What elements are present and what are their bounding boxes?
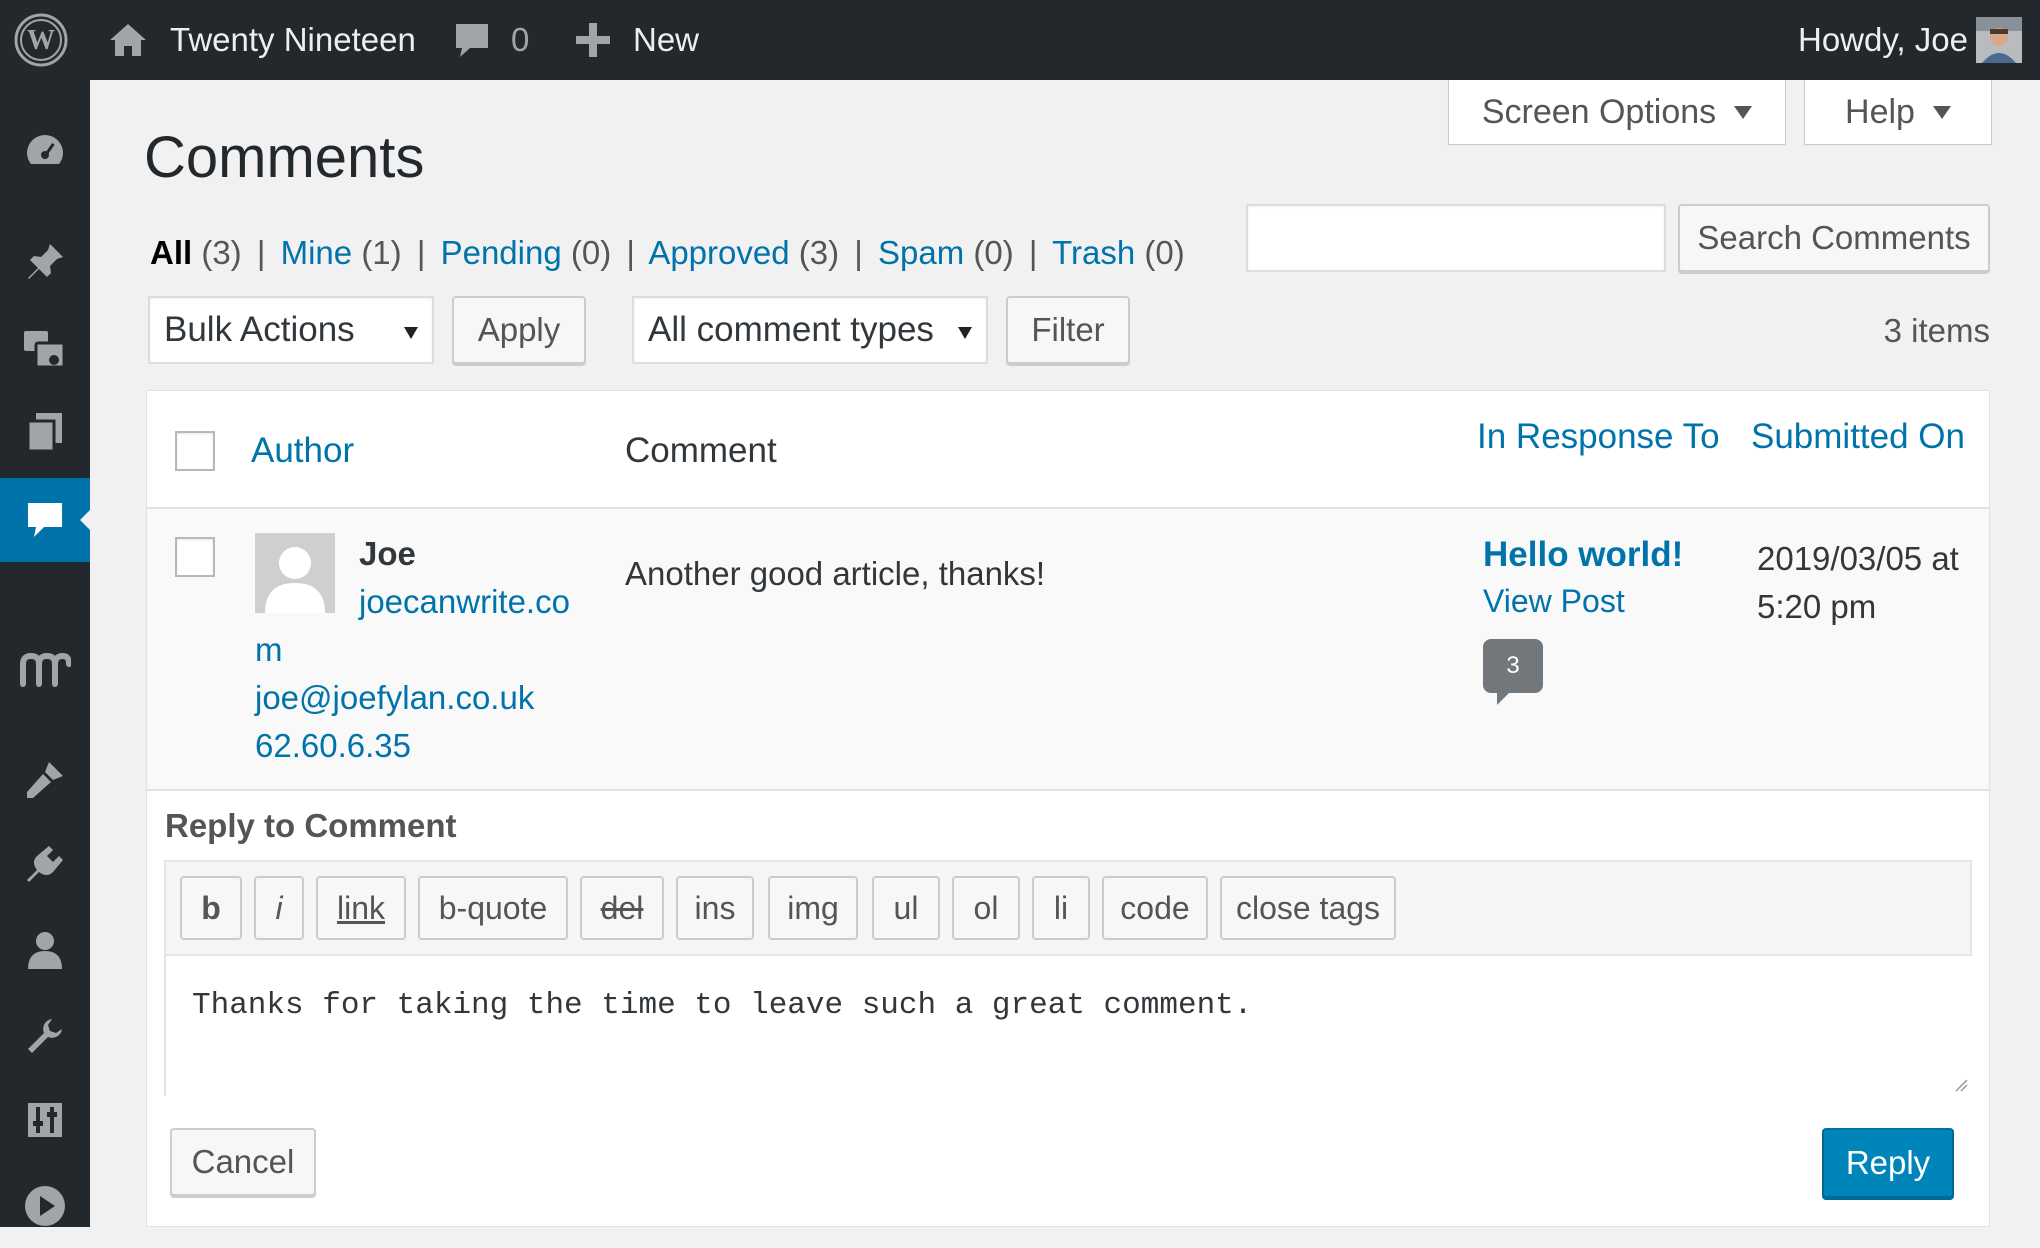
site-name-link[interactable]: Twenty Nineteen xyxy=(170,0,416,80)
filter-mine[interactable]: Mine (1) xyxy=(281,234,402,271)
select-all-checkbox[interactable] xyxy=(175,431,215,471)
new-content-link[interactable]: New xyxy=(633,0,699,80)
appearance-icon[interactable] xyxy=(0,738,90,822)
default-avatar-icon xyxy=(255,533,335,613)
dashboard-icon[interactable] xyxy=(0,108,90,192)
screen-options-button[interactable]: Screen Options xyxy=(1448,80,1786,145)
table-header-row: Author Comment In Response To Submitted … xyxy=(147,391,1989,509)
filter-pending[interactable]: Pending (0) xyxy=(441,234,612,271)
page-title: Comments xyxy=(144,125,425,190)
avatar[interactable] xyxy=(1976,0,2022,80)
chevron-down-icon xyxy=(404,327,418,339)
play-icon[interactable] xyxy=(0,1164,90,1248)
view-post-link[interactable]: View Post xyxy=(1483,583,1625,620)
comment-bubble-icon[interactable] xyxy=(452,0,492,80)
cancel-button[interactable]: Cancel xyxy=(170,1128,316,1196)
comments-count[interactable]: 0 xyxy=(511,0,529,80)
quicktag-ul-button[interactable]: ul xyxy=(872,876,940,940)
reply-submit-button[interactable]: Reply xyxy=(1822,1128,1954,1198)
screen-options-label: Screen Options xyxy=(1481,92,1717,131)
submitted-date: 2019/03/05 at 5:20 pm xyxy=(1757,535,1959,631)
svg-text:W: W xyxy=(27,25,55,56)
separator: | xyxy=(256,234,266,271)
quicktag-italic-button[interactable]: i xyxy=(254,876,304,940)
tools-icon[interactable] xyxy=(0,994,90,1078)
quicktag-li-button[interactable]: li xyxy=(1032,876,1090,940)
quicktag-ol-button[interactable]: ol xyxy=(952,876,1020,940)
admin-bar: W Twenty Nineteen 0 New Howdy, Joe xyxy=(0,0,2040,80)
wordpress-logo-icon[interactable]: W xyxy=(14,0,68,80)
reply-heading: Reply to Comment xyxy=(165,807,457,844)
plus-icon[interactable] xyxy=(574,0,612,80)
current-menu-arrow xyxy=(80,510,90,530)
comments-table: Author Comment In Response To Submitted … xyxy=(146,390,1990,1227)
help-button[interactable]: Help xyxy=(1804,80,1992,145)
quicktag-img-button[interactable]: img xyxy=(768,876,858,940)
quicktag-ins-button[interactable]: ins xyxy=(676,876,754,940)
submitted-date-line2: 5:20 pm xyxy=(1757,588,1877,625)
filter-button[interactable]: Filter xyxy=(1006,296,1130,364)
column-author-header[interactable]: Author xyxy=(251,431,354,471)
bulk-actions-select[interactable]: Bulk Actions xyxy=(148,296,434,364)
column-comment-header: Comment xyxy=(625,431,777,470)
row-divider xyxy=(147,789,1989,791)
author-email-link[interactable]: joe@joefylan.co.uk xyxy=(255,679,534,717)
comments-icon[interactable] xyxy=(0,478,90,562)
users-icon[interactable] xyxy=(0,908,90,992)
post-comment-count: 3 xyxy=(1506,652,1520,679)
column-submitted-header[interactable]: Submitted On xyxy=(1751,417,1965,457)
resize-handle-icon[interactable] xyxy=(1954,1078,1968,1092)
apply-button[interactable]: Apply xyxy=(452,296,586,364)
filter-all[interactable]: All (3) xyxy=(150,234,242,271)
separator: | xyxy=(416,234,426,271)
bulk-actions-value: Bulk Actions xyxy=(164,310,355,349)
help-label: Help xyxy=(1845,92,1915,131)
separator: | xyxy=(854,234,863,271)
quicktag-code-button[interactable]: code xyxy=(1102,876,1208,940)
status-filter-links: All (3) | Mine (1) | Pending (0) | Appro… xyxy=(150,234,1185,272)
reply-textarea-content: Thanks for taking the time to leave such… xyxy=(192,988,1253,1023)
pages-icon[interactable] xyxy=(0,390,90,474)
comment-types-select[interactable]: All comment types xyxy=(632,296,988,364)
separator: | xyxy=(626,234,635,271)
reply-textarea[interactable]: Thanks for taking the time to leave such… xyxy=(166,954,1972,1096)
separator: | xyxy=(1028,234,1038,271)
comment-author-name: Joe xyxy=(359,535,416,572)
comment-types-value: All comment types xyxy=(648,310,934,349)
submitted-date-line1: 2019/03/05 at xyxy=(1757,540,1959,577)
post-title-link[interactable]: Hello world! xyxy=(1483,535,1683,575)
media-icon[interactable] xyxy=(0,306,90,390)
memberpress-icon[interactable] xyxy=(0,628,90,712)
items-count: 3 items xyxy=(1883,312,1990,349)
post-comment-count-bubble[interactable]: 3 xyxy=(1483,639,1543,705)
chevron-down-icon xyxy=(1734,105,1753,119)
column-response-header[interactable]: In Response To xyxy=(1477,417,1720,457)
comment-text: Another good article, thanks! xyxy=(625,555,1046,592)
table-row: Joe joecanwrite.co m joe@joefylan.co.uk … xyxy=(147,509,1989,791)
chevron-down-icon xyxy=(958,327,972,339)
filter-spam[interactable]: Spam (0) xyxy=(878,234,1014,271)
chevron-down-icon xyxy=(1932,105,1951,119)
howdy-user[interactable]: Howdy, Joe xyxy=(1798,0,1968,80)
author-url-link[interactable]: joecanwrite.co xyxy=(359,583,570,621)
bubble-tail xyxy=(1497,693,1509,705)
author-url-link-wrap[interactable]: m xyxy=(255,631,283,669)
quicktag-bquote-button[interactable]: b-quote xyxy=(418,876,568,940)
search-comments-button[interactable]: Search Comments xyxy=(1678,204,1990,272)
filter-approved[interactable]: Approved (3) xyxy=(648,234,839,271)
filter-trash[interactable]: Trash (0) xyxy=(1052,234,1185,271)
pin-icon[interactable] xyxy=(0,220,90,304)
admin-menu xyxy=(0,80,90,1227)
row-checkbox[interactable] xyxy=(175,537,215,577)
plugins-icon[interactable] xyxy=(0,822,90,906)
quicktag-link-button[interactable]: link xyxy=(316,876,406,940)
search-input[interactable] xyxy=(1246,204,1666,272)
quicktag-close-tags-button[interactable]: close tags xyxy=(1220,876,1396,940)
settings-icon[interactable] xyxy=(0,1078,90,1162)
avatar xyxy=(255,533,335,613)
home-icon[interactable] xyxy=(108,0,148,80)
quicktag-del-button[interactable]: del xyxy=(580,876,664,940)
author-ip-link[interactable]: 62.60.6.35 xyxy=(255,727,411,765)
quicktag-bold-button[interactable]: b xyxy=(180,876,242,940)
